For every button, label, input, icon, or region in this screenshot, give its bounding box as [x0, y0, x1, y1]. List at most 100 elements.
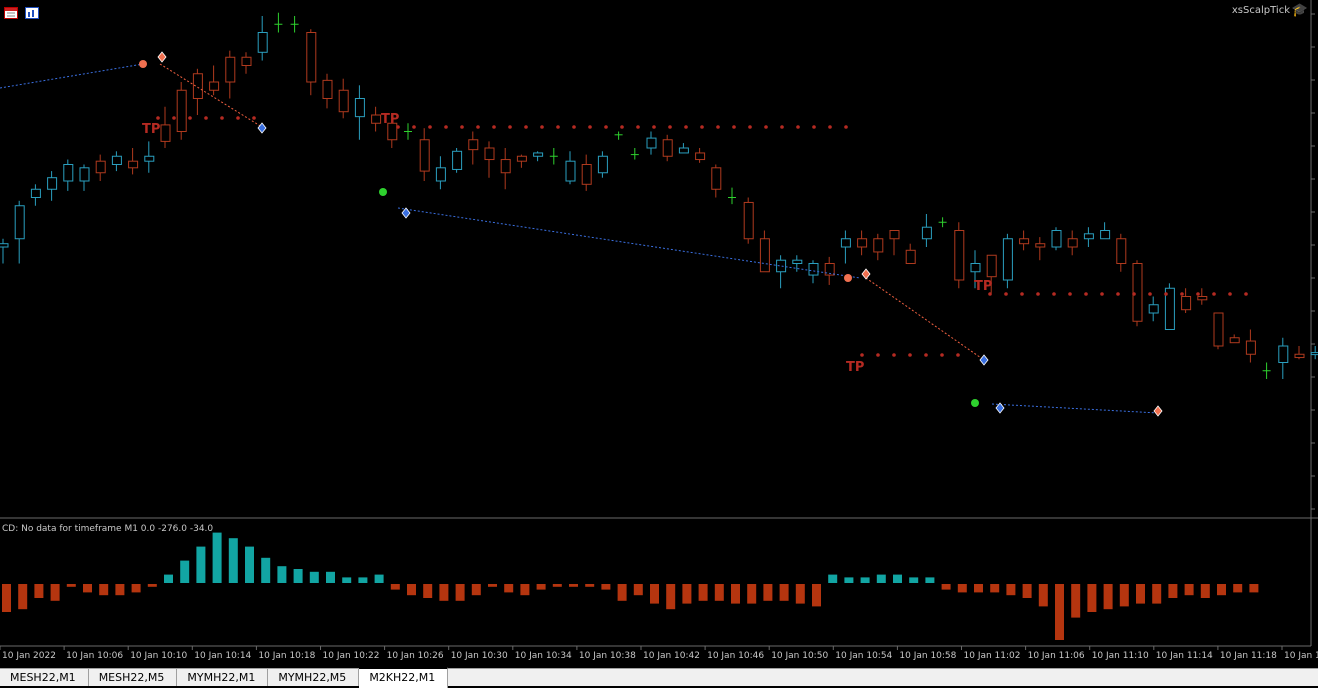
histogram-bar — [342, 577, 352, 583]
time-label: 10 Jan 11:10 — [1092, 651, 1149, 661]
expert-advisor-name: xsScalpTick — [1231, 5, 1290, 16]
tp-dot — [1212, 292, 1216, 296]
histogram-bar — [763, 584, 773, 601]
chart-tab[interactable]: MYMH22,M5 — [268, 669, 360, 686]
candle-body — [306, 32, 317, 83]
histogram-bar — [99, 584, 109, 596]
tp-dot — [924, 353, 928, 357]
candle-body — [30, 188, 41, 198]
histogram-bar — [261, 557, 271, 583]
histogram-bar — [1022, 584, 1032, 598]
tp-dot — [540, 125, 544, 129]
candle-body — [160, 124, 171, 142]
candle-body — [47, 177, 58, 190]
chart-template-icon[interactable] — [25, 4, 39, 19]
time-label: 10 Jan 10:10 — [130, 651, 187, 661]
candle-body — [1310, 352, 1318, 356]
candle-body — [889, 230, 900, 240]
tp-dot — [1068, 292, 1072, 296]
histogram-bar — [844, 577, 854, 583]
time-label: 10 Jan 10:18 — [258, 651, 315, 661]
time-label: 10 Jan 11:02 — [964, 651, 1021, 661]
exit-arrow-icon — [861, 268, 871, 280]
tp-dot — [636, 125, 640, 129]
tp-dot — [236, 116, 240, 120]
time-axis-labels: 10 Jan 2022 10 Jan 10:06 10 Jan 10:10 10 Ja… — [0, 646, 1318, 661]
candle-body — [95, 160, 106, 174]
candle-body — [144, 155, 155, 162]
candle-body — [371, 114, 382, 124]
tp-dot — [188, 116, 192, 120]
tp-dot — [828, 125, 832, 129]
histogram-bar — [245, 546, 254, 583]
histogram-bar — [293, 569, 303, 583]
chart-tab[interactable]: MYMH22,M1 — [177, 669, 269, 686]
candle-body — [111, 155, 122, 165]
chart-tab[interactable]: MESH22,M1 — [0, 669, 89, 686]
tp-label: TP — [142, 122, 160, 137]
histogram-bar — [277, 566, 287, 583]
histogram-bar — [812, 584, 821, 607]
histogram-bar — [1038, 584, 1048, 607]
entry-marker — [971, 399, 979, 407]
histogram-bar — [1217, 584, 1226, 596]
candle-body — [1100, 230, 1111, 240]
histogram-bar — [941, 584, 951, 590]
time-label: 10 Jan 10:34 — [515, 651, 572, 661]
histogram-bar — [1233, 584, 1243, 593]
candle-body — [516, 155, 527, 162]
exit-arrow-icon — [257, 122, 267, 134]
histogram-bar — [1249, 584, 1259, 593]
candle-body — [1245, 340, 1256, 355]
exit-arrow-icon — [401, 207, 411, 219]
histogram-bar — [66, 584, 76, 587]
tp-dot — [1020, 292, 1024, 296]
time-label: 10 Jan 11: — [1284, 651, 1318, 661]
histogram-bar — [147, 584, 157, 587]
tp-dot — [1116, 292, 1120, 296]
candle-body — [1035, 243, 1046, 248]
tp-dot — [716, 125, 720, 129]
candle-body — [921, 226, 932, 240]
candle-body — [646, 137, 657, 149]
histogram-bar — [925, 577, 935, 583]
tp-dot — [812, 125, 816, 129]
candle-body — [435, 167, 446, 182]
histogram-bar — [974, 584, 983, 593]
candle-body — [1019, 238, 1030, 245]
trade-line — [991, 403, 1159, 414]
tp-dot — [764, 125, 768, 129]
histogram-bar — [876, 574, 886, 583]
histogram-bar — [893, 574, 902, 583]
histogram-bar — [1006, 584, 1016, 596]
histogram-bar — [1071, 584, 1081, 618]
chart-tab[interactable]: MESH22,M5 — [89, 669, 178, 686]
candle-body — [257, 32, 268, 53]
candle-body — [128, 160, 139, 169]
exit-arrow-icon — [979, 354, 989, 366]
candle-body — [225, 56, 236, 83]
tp-dot — [684, 125, 688, 129]
tp-label: TP — [846, 360, 864, 375]
candle-body — [241, 56, 252, 66]
time-label: 10 Jan 10:38 — [579, 651, 636, 661]
tp-dot — [1244, 292, 1248, 296]
graduation-cap-icon: 🎓 — [1291, 3, 1308, 18]
candle-body — [79, 167, 90, 182]
candle-body — [452, 150, 463, 170]
candle-body — [808, 263, 819, 276]
tp-dot — [1132, 292, 1136, 296]
tp-dot — [1148, 292, 1152, 296]
candle-body — [840, 238, 851, 248]
tp-dot — [780, 125, 784, 129]
histogram-bar — [471, 584, 481, 596]
entry-marker — [844, 274, 852, 282]
time-label: 10 Jan 10:46 — [707, 651, 764, 661]
price-chart[interactable]: TP TP TP TP 10 Jan 2022 10 Jan 10:06 10 Jan 1… — [0, 0, 1318, 668]
tp-dot — [476, 125, 480, 129]
histogram-bar — [552, 584, 562, 587]
histogram-bar — [601, 584, 611, 590]
candle-body — [1002, 238, 1013, 281]
tp-dot — [492, 125, 496, 129]
calendar-icon[interactable] — [4, 4, 18, 19]
